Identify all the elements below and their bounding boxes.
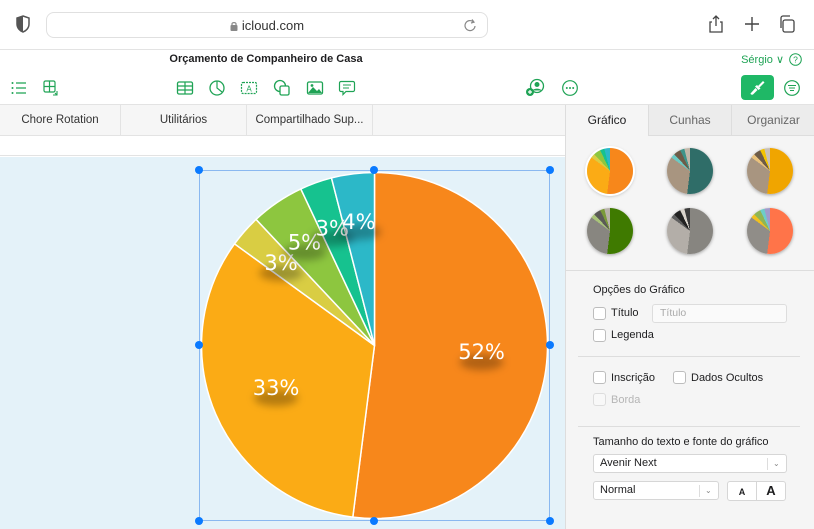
resize-handle-bottom[interactable] <box>370 517 378 525</box>
divider <box>566 270 814 271</box>
chart-style-colorful[interactable] <box>587 148 633 194</box>
caption-checkbox-label: Inscrição <box>611 372 656 384</box>
resize-handle-top-right[interactable] <box>546 166 554 174</box>
hidden-data-checkbox[interactable] <box>673 371 686 384</box>
chevron-down-icon: ⌄ <box>705 486 712 495</box>
hidden-data-checkbox-label: Dados Ocultos <box>691 372 764 384</box>
title-input[interactable]: Título <box>652 304 787 323</box>
resize-handle-right[interactable] <box>546 341 554 349</box>
chart-style-green[interactable] <box>587 208 633 254</box>
legend-checkbox[interactable] <box>593 329 606 342</box>
chart-options-title: Opções do Gráfico <box>593 284 685 296</box>
border-checkbox-label: Borda <box>611 394 641 406</box>
format-inspector: Gráfico Cunhas Organizar Opções do Gráfi… <box>565 105 814 529</box>
organize-menu-icon[interactable] <box>783 79 801 97</box>
chevron-down-icon: ⌄ <box>773 459 780 468</box>
tab-overview-icon[interactable] <box>777 14 797 34</box>
tab-cunhas[interactable]: Cunhas <box>648 105 731 136</box>
resize-handle-bottom-left[interactable] <box>195 517 203 525</box>
divider <box>578 356 800 357</box>
tab-organizar[interactable]: Organizar <box>731 105 814 136</box>
format-button[interactable] <box>741 75 774 100</box>
text-size-buttons: A A <box>727 481 786 501</box>
decrease-text-size-button[interactable]: A <box>728 482 757 500</box>
tab-grafico[interactable]: Gráfico <box>566 105 648 136</box>
chart-style-gray[interactable] <box>667 208 713 254</box>
increase-text-size-button[interactable]: A <box>757 482 785 500</box>
share-icon[interactable] <box>706 14 726 34</box>
border-checkbox <box>593 393 606 406</box>
title-checkbox-label: Título <box>611 307 639 319</box>
divider <box>578 426 800 427</box>
resize-handle-top[interactable] <box>370 166 378 174</box>
font-section-title: Tamanho do texto e fonte do gráfico <box>593 436 769 448</box>
resize-handle-bottom-right[interactable] <box>546 517 554 525</box>
paintbrush-icon <box>750 81 765 95</box>
new-tab-icon[interactable] <box>742 14 762 34</box>
selection-frame <box>199 170 550 521</box>
help-icon[interactable]: ? <box>789 53 802 66</box>
resize-handle-left[interactable] <box>195 341 203 349</box>
svg-text:?: ? <box>793 55 798 65</box>
title-checkbox[interactable] <box>593 307 606 320</box>
legend-checkbox-label: Legenda <box>611 329 654 341</box>
font-select-value: Avenir Next <box>600 457 657 469</box>
resize-handle-top-left[interactable] <box>195 166 203 174</box>
chart-style-teal-taupe[interactable] <box>667 148 713 194</box>
font-style-select[interactable]: Normal ⌄ <box>593 481 719 500</box>
font-select[interactable]: Avenir Next ⌄ <box>593 454 787 473</box>
user-menu[interactable]: Sérgio ∨ <box>741 53 784 66</box>
font-style-value: Normal <box>600 484 636 496</box>
chart-style-gold-taupe[interactable] <box>747 148 793 194</box>
chart-style-coral[interactable] <box>747 208 793 254</box>
caption-checkbox[interactable] <box>593 371 606 384</box>
